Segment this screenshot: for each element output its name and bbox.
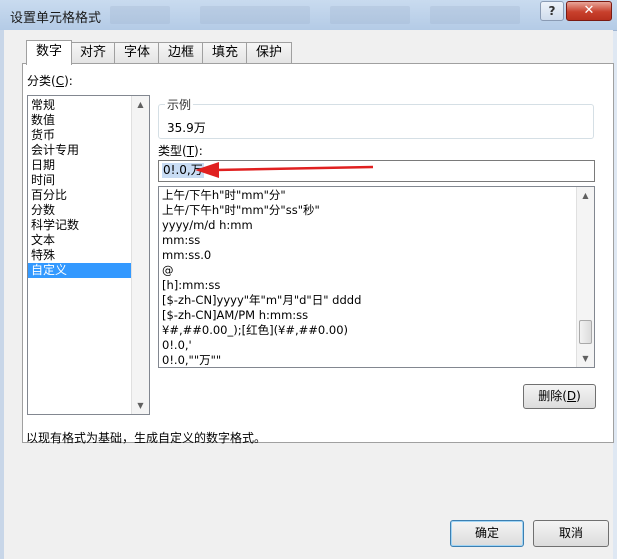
- list-item[interactable]: 0!.0,': [162, 338, 361, 353]
- tab-fill[interactable]: 填充: [202, 42, 248, 63]
- category-label: 分类(C):: [27, 74, 73, 88]
- sample-legend: 示例: [165, 96, 194, 113]
- list-item[interactable]: 文本: [28, 233, 132, 248]
- list-item[interactable]: [$-zh-CN]yyyy"年"m"月"d"日" dddd: [162, 293, 361, 308]
- red-arrow-icon: [195, 162, 374, 178]
- list-item[interactable]: [$-zh-CN]AM/PM h:mm:ss: [162, 308, 361, 323]
- scrollbar-thumb[interactable]: [579, 320, 592, 344]
- description-text: 以现有格式为基础，生成自定义的数字格式。: [26, 431, 267, 445]
- list-item[interactable]: mm:ss.0: [162, 248, 361, 263]
- window-title: 设置单元格格式: [10, 11, 102, 26]
- list-item[interactable]: [h]:mm:ss: [162, 278, 361, 293]
- dialog-client: 数字 对齐 字体 边框 填充 保护 分类(C): 常规 数值 货币 会计专用 日…: [4, 30, 614, 559]
- list-item[interactable]: 特殊: [28, 248, 132, 263]
- background-ghost: [430, 6, 520, 24]
- scroll-up-icon[interactable]: ▲: [577, 187, 594, 204]
- format-list[interactable]: 上午/下午h"时"mm"分" 上午/下午h"时"mm"分"ss"秒" yyyy/…: [158, 186, 595, 368]
- list-item[interactable]: 会计专用: [28, 143, 132, 158]
- background-ghost: [200, 6, 310, 24]
- category-list[interactable]: 常规 数值 货币 会计专用 日期 时间 百分比 分数 科学记数 文本 特殊 自定…: [27, 95, 150, 415]
- list-item[interactable]: 日期: [28, 158, 132, 173]
- list-item[interactable]: 上午/下午h"时"mm"分": [162, 188, 361, 203]
- format-scrollbar[interactable]: ▲ ▼: [576, 187, 594, 367]
- list-item[interactable]: 常规: [28, 98, 132, 113]
- tab-font[interactable]: 字体: [114, 42, 160, 63]
- tab-border[interactable]: 边框: [158, 42, 204, 63]
- delete-button[interactable]: 删除(D): [523, 384, 596, 409]
- list-item[interactable]: 上午/下午h"时"mm"分"ss"秒": [162, 203, 361, 218]
- title-bar: 设置单元格格式 ? ✕: [0, 0, 617, 31]
- list-item[interactable]: 数值: [28, 113, 132, 128]
- ok-button[interactable]: 确定: [450, 520, 524, 547]
- list-item[interactable]: 百分比: [28, 188, 132, 203]
- cancel-button[interactable]: 取消: [533, 520, 609, 547]
- tab-protection[interactable]: 保护: [246, 42, 292, 63]
- background-ghost: [110, 6, 170, 24]
- close-button[interactable]: ✕: [566, 1, 612, 21]
- list-item[interactable]: @: [162, 263, 361, 278]
- sample-group: 示例 35.9万: [158, 96, 594, 139]
- sample-value: 35.9万: [167, 121, 206, 135]
- list-item-selected[interactable]: 自定义: [28, 263, 132, 278]
- tab-alignment[interactable]: 对齐: [70, 42, 116, 63]
- scroll-down-icon[interactable]: ▼: [577, 350, 594, 367]
- category-scrollbar[interactable]: ▲ ▼: [131, 96, 149, 414]
- list-item[interactable]: yyyy/m/d h:mm: [162, 218, 361, 233]
- scroll-down-icon[interactable]: ▼: [132, 397, 149, 414]
- tab-number[interactable]: 数字: [26, 40, 72, 65]
- list-item[interactable]: 0!.0,""万"": [162, 353, 361, 367]
- number-tab-panel: 分类(C): 常规 数值 货币 会计专用 日期 时间 百分比 分数 科学记数 文…: [22, 63, 614, 443]
- list-item[interactable]: ¥#,##0.00_);[红色](¥#,##0.00): [162, 323, 361, 338]
- list-item[interactable]: 时间: [28, 173, 132, 188]
- list-item[interactable]: 科学记数: [28, 218, 132, 233]
- list-item[interactable]: 货币: [28, 128, 132, 143]
- background-ghost: [330, 6, 410, 24]
- list-item[interactable]: mm:ss: [162, 233, 361, 248]
- list-item[interactable]: 分数: [28, 203, 132, 218]
- scroll-up-icon[interactable]: ▲: [132, 96, 149, 113]
- type-label: 类型(T):: [158, 144, 203, 158]
- help-button[interactable]: ?: [540, 1, 564, 21]
